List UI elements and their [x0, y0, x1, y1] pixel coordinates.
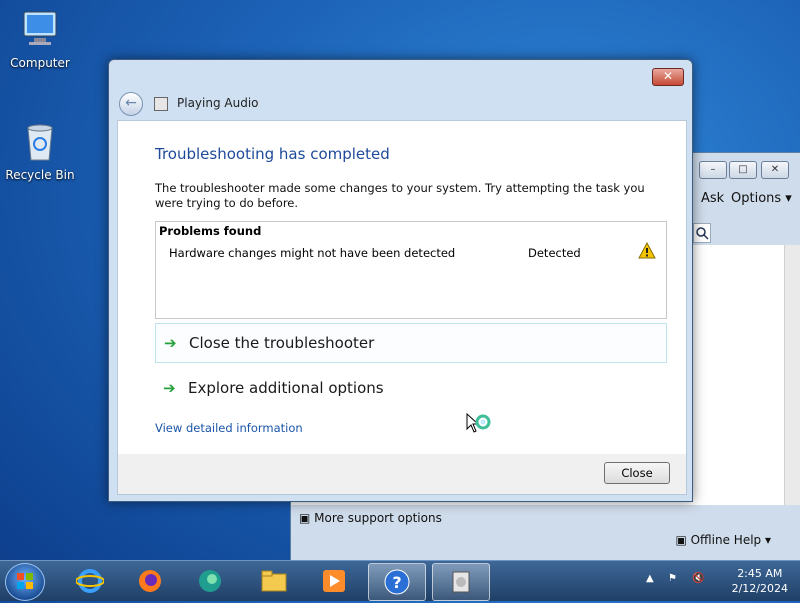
- edge-icon: [196, 568, 224, 594]
- maximize-button[interactable]: □: [729, 161, 757, 179]
- close-button[interactable]: Close: [604, 462, 670, 484]
- explore-options-link[interactable]: ➔ Explore additional options: [155, 369, 665, 407]
- problem-text: Hardware changes might not have been det…: [169, 246, 456, 260]
- show-hidden-icons-icon[interactable]: ▲: [646, 573, 660, 587]
- menu-options[interactable]: Options ▾: [731, 191, 792, 206]
- window-close-button[interactable]: ✕: [761, 161, 789, 179]
- taskbar: ? ▲ ⚑ 🔇 2:45 AM 2/12/2024: [0, 560, 800, 601]
- command-label: Close the troubleshooter: [189, 334, 375, 352]
- menu-options-label: Options: [731, 191, 782, 206]
- desktop-icon-recycle-bin[interactable]: Recycle Bin: [0, 120, 80, 182]
- computer-icon: [18, 8, 62, 52]
- taskbar-media-player[interactable]: [306, 563, 362, 599]
- time: 2:45 AM: [737, 567, 783, 580]
- action-center-icon[interactable]: ⚑: [668, 573, 682, 587]
- folder-icon: [260, 568, 288, 594]
- content-panel: Troubleshooting has completed The troubl…: [117, 120, 687, 456]
- volume-muted-icon[interactable]: 🔇: [692, 573, 706, 587]
- menu-ask[interactable]: Ask: [701, 191, 724, 206]
- desktop-icon-computer[interactable]: Computer: [0, 8, 80, 70]
- taskbar-file-explorer[interactable]: [246, 563, 302, 599]
- offline-help-label: Offline Help: [690, 533, 762, 547]
- taskbar-edge[interactable]: [182, 563, 238, 599]
- view-details-link[interactable]: View detailed information: [155, 421, 303, 435]
- recycle-bin-icon: [18, 120, 62, 164]
- dialog-footer: Close: [117, 454, 687, 495]
- green-arrow-icon: ➔: [163, 379, 176, 397]
- offline-help-button[interactable]: ▣ Offline Help ▾: [675, 533, 771, 547]
- window-title: Playing Audio: [177, 96, 259, 110]
- more-support-options[interactable]: ▣ More support options: [299, 511, 442, 525]
- support-icon: ▣: [299, 511, 311, 525]
- troubleshooter-dialog: ✕ ← Playing Audio Troubleshooting has co…: [108, 59, 693, 502]
- monitor-icon: ▣: [675, 533, 687, 547]
- vertical-scrollbar[interactable]: [784, 245, 800, 505]
- speaker-icon: [154, 97, 168, 111]
- internet-explorer-icon: [75, 568, 105, 594]
- support-label: More support options: [314, 511, 442, 525]
- taskbar-internet-explorer[interactable]: [62, 563, 118, 599]
- date: 2/12/2024: [731, 582, 788, 595]
- problems-found-box: Problems found Hardware changes might no…: [155, 221, 667, 319]
- taskbar-troubleshooter[interactable]: [432, 563, 490, 601]
- svg-text:?: ?: [392, 573, 401, 592]
- green-arrow-icon: ➔: [164, 334, 177, 352]
- busy-cursor-icon: [466, 412, 492, 439]
- command-label: Explore additional options: [188, 379, 384, 397]
- back-arrow-icon[interactable]: ←: [119, 92, 143, 116]
- description-text: The troubleshooter made some changes to …: [155, 181, 645, 210]
- problem-status: Detected: [528, 246, 581, 260]
- desktop-icon-label: Recycle Bin: [5, 168, 75, 182]
- troubleshooter-icon: [447, 569, 475, 595]
- minimize-button[interactable]: –: [699, 161, 727, 179]
- help-icon: ?: [383, 569, 411, 595]
- desktop-icon-label: Computer: [10, 56, 70, 70]
- media-player-icon: [320, 568, 348, 594]
- firefox-icon: [136, 568, 164, 594]
- dialog-close-x-button[interactable]: ✕: [652, 68, 684, 86]
- start-button[interactable]: [5, 563, 45, 601]
- taskbar-help-and-support[interactable]: ?: [368, 563, 426, 601]
- close-troubleshooter-link[interactable]: ➔ Close the troubleshooter: [155, 323, 667, 363]
- search-icon[interactable]: [693, 223, 711, 243]
- clock[interactable]: 2:45 AM 2/12/2024: [732, 566, 788, 596]
- page-title: Troubleshooting has completed: [155, 145, 390, 163]
- taskbar-firefox[interactable]: [122, 563, 178, 599]
- warning-icon: [638, 241, 656, 260]
- problems-header: Problems found: [159, 224, 262, 238]
